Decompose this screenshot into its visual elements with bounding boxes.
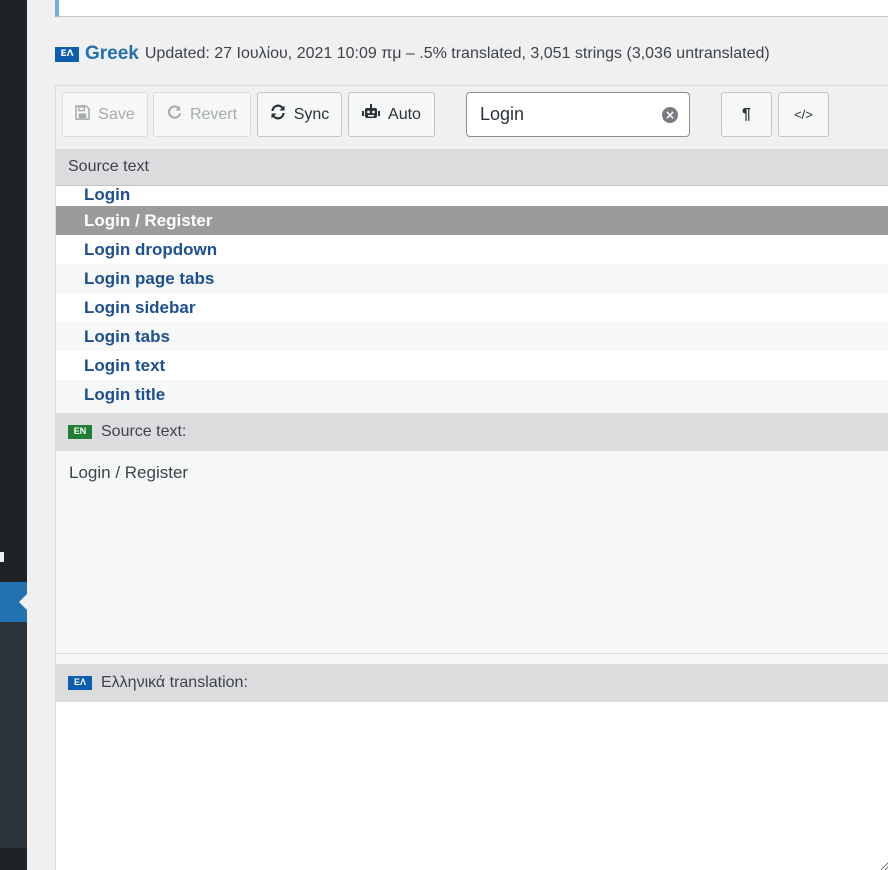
pilcrow-icon: ¶ (742, 105, 751, 123)
auto-translate-button[interactable]: Auto (348, 92, 435, 137)
locale-stats: Updated: 27 Ιουλίου, 2021 10:09 πμ – .5%… (144, 45, 770, 62)
greek-flag-icon: ΕΛ (55, 46, 79, 62)
editor-panel: Save Revert Sync Auto × ¶ </ (55, 85, 888, 870)
revert-icon (167, 104, 182, 125)
list-item[interactable]: Login sidebar (56, 293, 888, 322)
source-text-header: EN Source text: (56, 413, 888, 451)
sync-label: Sync (293, 105, 330, 123)
list-item-selected[interactable]: Login / Register (56, 206, 888, 235)
greek-flag-icon: ΕΛ (68, 676, 92, 690)
list-item[interactable]: Login dropdown (56, 235, 888, 264)
save-label: Save (98, 105, 135, 123)
revert-label: Revert (189, 105, 238, 123)
translation-header: ΕΛ Ελληνικά translation: (56, 664, 888, 702)
list-item[interactable]: Login title (56, 380, 888, 404)
revert-button[interactable]: Revert (153, 92, 251, 137)
translation-label: Ελληνικά translation: (101, 674, 248, 691)
code-icon: </> (794, 107, 813, 122)
admin-sidebar (0, 0, 27, 870)
sync-icon (270, 104, 286, 125)
sidebar-menu-fragment (0, 552, 4, 562)
save-icon (75, 104, 91, 125)
sidebar-submenu (0, 622, 27, 848)
translation-textarea[interactable] (56, 702, 888, 870)
locale-heading: ΕΛ Greek Updated: 27 Ιουλίου, 2021 10:09… (55, 42, 770, 66)
search-input[interactable] (467, 93, 647, 136)
source-text-label: Source text: (101, 423, 187, 440)
admin-notice (55, 0, 888, 17)
toggle-code-view-button[interactable]: </> (778, 92, 829, 137)
string-list-header-label: Source text (68, 158, 149, 175)
save-button[interactable]: Save (62, 92, 148, 137)
list-item[interactable]: Login page tabs (56, 264, 888, 293)
editor-toolbar: Save Revert Sync Auto × ¶ </ (56, 86, 888, 149)
string-search: × (466, 92, 690, 137)
list-item[interactable]: Login (56, 186, 888, 206)
auto-label: Auto (388, 105, 421, 123)
clear-search-icon[interactable]: × (662, 107, 678, 123)
sync-button[interactable]: Sync (257, 92, 342, 137)
string-list-header: Source text (56, 149, 888, 186)
string-list[interactable]: Login Login / Register Login dropdown Lo… (56, 186, 888, 404)
list-item[interactable]: Login text (56, 351, 888, 380)
locale-name-link[interactable]: Greek (85, 43, 139, 65)
english-flag-icon: EN (68, 425, 92, 439)
current-arrow-icon (19, 594, 27, 610)
sidebar-current-item[interactable] (0, 582, 27, 622)
source-text-area: Login / Register (56, 451, 888, 654)
list-item[interactable]: Login tabs (56, 322, 888, 351)
robot-icon (362, 104, 381, 125)
toggle-invisibles-button[interactable]: ¶ (721, 92, 772, 137)
